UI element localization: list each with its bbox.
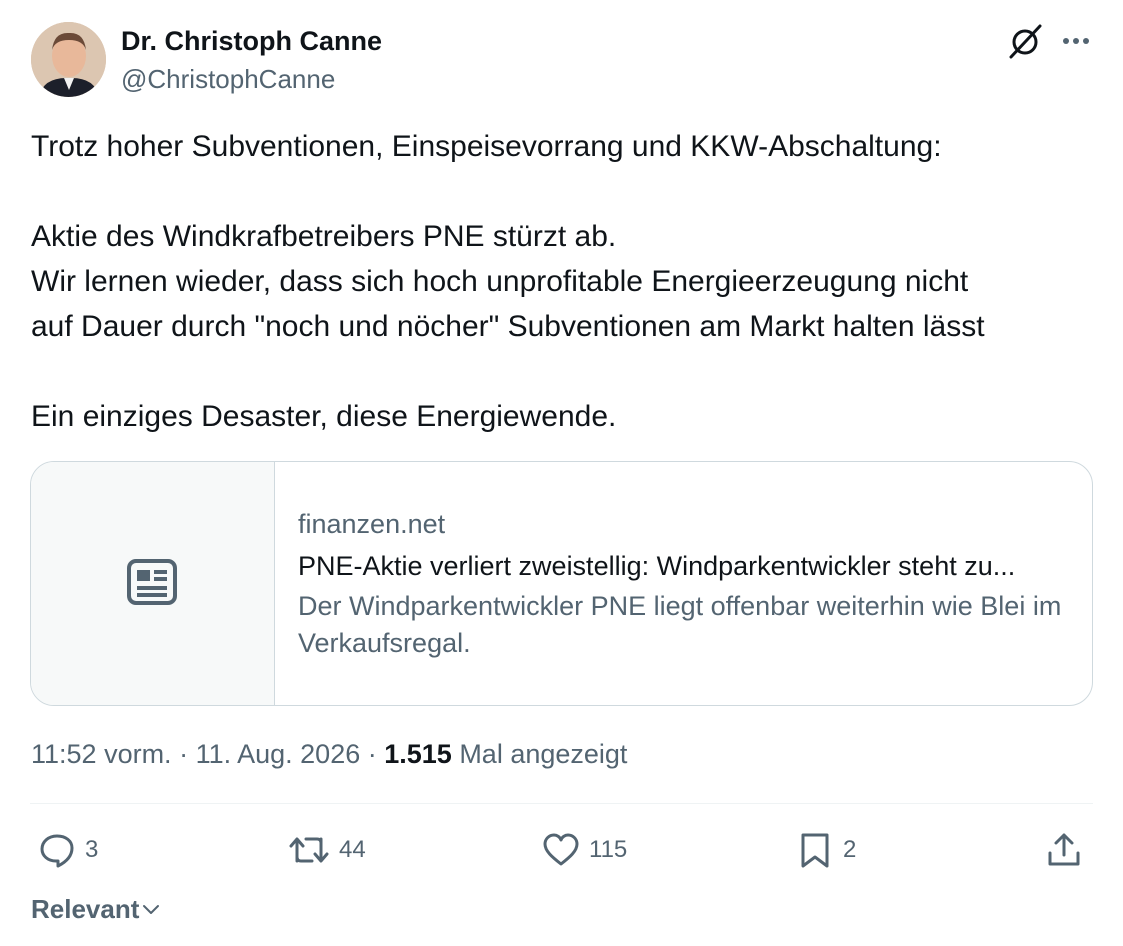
tweet-line: auf Dauer durch "noch und nöcher" Subven… <box>31 310 985 343</box>
reply-icon <box>40 834 74 868</box>
tweet-line: Ein einziges Desaster, diese Energiewend… <box>31 400 617 433</box>
reply-count: 3 <box>85 836 99 863</box>
grok-icon[interactable] <box>1006 22 1044 60</box>
user-handle[interactable]: @ChristophCanne <box>121 62 335 96</box>
sort-label: Relevant <box>31 894 140 924</box>
card-thumbnail <box>31 462 275 705</box>
share-button[interactable] <box>1045 828 1083 872</box>
repost-icon <box>289 837 329 863</box>
chevron-down-icon <box>143 905 160 914</box>
view-count: 1.515 <box>384 739 452 769</box>
repost-button[interactable]: 44 <box>288 828 366 872</box>
heart-icon <box>543 833 579 866</box>
tweet-line: Wir lernen wieder, dass sich hoch unprof… <box>31 265 969 298</box>
repost-count: 44 <box>339 836 366 863</box>
reply-button[interactable]: 3 <box>38 828 98 872</box>
more-icon[interactable] <box>1057 22 1095 60</box>
views-label: Mal angezeigt <box>451 739 628 769</box>
link-preview-card[interactable]: finanzen.net PNE-Aktie verliert zweistel… <box>30 461 1093 706</box>
bookmark-button[interactable]: 2 <box>796 828 856 872</box>
tweet-text: Trotz hoher Subventionen, Einspeisevorra… <box>31 124 1101 439</box>
tweet-time[interactable]: 11:52 vorm. <box>31 739 172 769</box>
tweet-meta: 11:52 vorm. · 11. Aug. 2026 · 1.515 Mal … <box>31 739 628 769</box>
like-count: 115 <box>589 836 628 863</box>
display-name[interactable]: Dr. Christoph Canne <box>121 24 382 58</box>
bookmark-icon <box>801 833 829 868</box>
bookmark-count: 2 <box>843 836 857 863</box>
like-button[interactable]: 115 <box>542 828 627 872</box>
card-title: PNE-Aktie verliert zweistellig: Windpark… <box>298 551 1016 581</box>
divider <box>30 803 1093 804</box>
tweet-line: Trotz hoher Subventionen, Einspeisevorra… <box>31 130 942 163</box>
avatar[interactable] <box>31 22 106 97</box>
tweet-date[interactable]: 11. Aug. 2026 <box>196 739 361 769</box>
tweet-line: Aktie des Windkrafbetreibers PNE stürzt … <box>31 220 617 253</box>
card-description: Der Windparkentwickler PNE liegt offenba… <box>298 591 1062 658</box>
share-icon <box>1048 833 1080 866</box>
sort-replies-dropdown[interactable]: Relevant <box>31 892 161 926</box>
news-article-icon <box>127 559 177 605</box>
card-domain: finanzen.net <box>298 509 446 539</box>
